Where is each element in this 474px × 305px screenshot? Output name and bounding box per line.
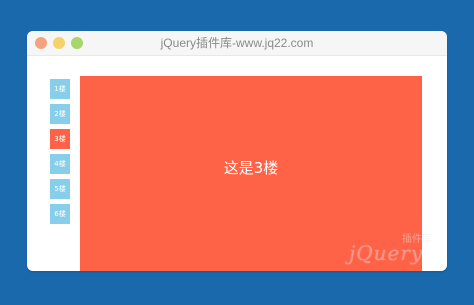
floor-nav: 1楼 2楼 3楼 4楼 5楼 6楼 xyxy=(50,79,70,229)
window-titlebar: jQuery插件库-www.jq22.com xyxy=(27,31,447,56)
floor-content-label: 这是3楼 xyxy=(223,159,279,177)
floor-button-1[interactable]: 1楼 xyxy=(50,79,70,99)
floor-button-6[interactable]: 6楼 xyxy=(50,204,70,224)
watermark-main-text: jQuery xyxy=(349,241,424,265)
floor-button-5[interactable]: 5楼 xyxy=(50,179,70,199)
window-title: jQuery插件库-www.jq22.com xyxy=(160,36,314,50)
floor-button-3[interactable]: 3楼 xyxy=(50,129,70,149)
floor-button-2[interactable]: 2楼 xyxy=(50,104,70,124)
browser-window: jQuery插件库-www.jq22.com 1楼 2楼 3楼 4楼 5楼 6楼… xyxy=(27,31,447,271)
floor-button-4[interactable]: 4楼 xyxy=(50,154,70,174)
jquery-watermark-logo: 插件库 jQuery xyxy=(349,235,435,265)
